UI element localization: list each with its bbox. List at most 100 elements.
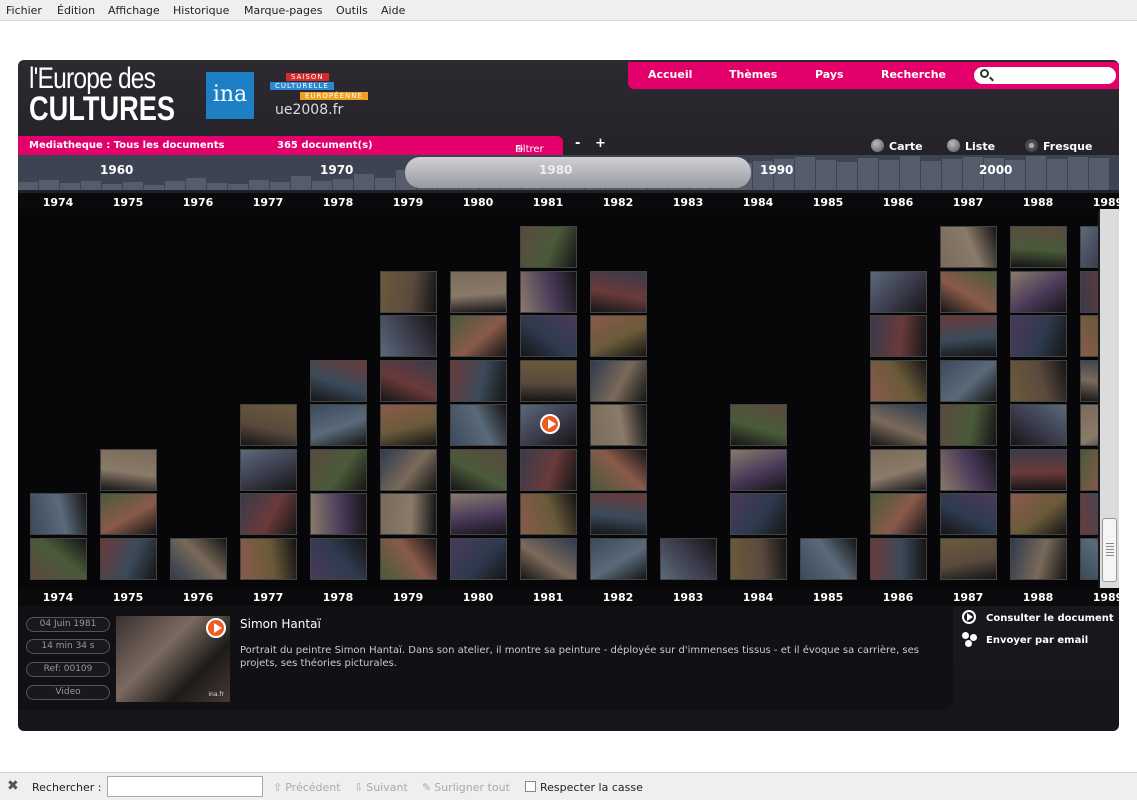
- menu-fichier[interactable]: Fichier: [6, 4, 42, 17]
- video-thumbnail[interactable]: [1010, 448, 1067, 491]
- menu-affichage[interactable]: Affichage: [108, 4, 160, 17]
- video-thumbnail[interactable]: [520, 493, 577, 535]
- close-icon[interactable]: ✖: [7, 778, 19, 794]
- video-thumbnail[interactable]: [30, 493, 87, 535]
- video-thumbnail[interactable]: [1080, 537, 1098, 580]
- video-thumbnail[interactable]: [590, 359, 647, 402]
- video-thumbnail[interactable]: [940, 448, 997, 491]
- video-thumbnail[interactable]: [310, 537, 367, 580]
- video-thumbnail[interactable]: [590, 315, 647, 357]
- video-thumbnail[interactable]: [590, 537, 647, 580]
- video-thumbnail[interactable]: [1010, 315, 1067, 357]
- video-thumbnail[interactable]: [590, 404, 647, 446]
- video-thumbnail[interactable]: [1080, 493, 1098, 535]
- video-thumbnail[interactable]: [730, 537, 787, 580]
- video-thumbnail[interactable]: [380, 493, 437, 535]
- play-icon[interactable]: [540, 414, 560, 434]
- video-thumbnail[interactable]: [450, 270, 507, 313]
- video-thumbnail[interactable]: [1010, 493, 1067, 535]
- video-thumbnail[interactable]: [940, 493, 997, 535]
- video-thumbnail[interactable]: [870, 359, 927, 402]
- email-link[interactable]: Envoyer par email: [962, 632, 1088, 646]
- video-thumbnail[interactable]: [380, 404, 437, 446]
- search-input[interactable]: [974, 67, 1116, 84]
- video-thumbnail[interactable]: [380, 359, 437, 402]
- video-thumbnail[interactable]: [100, 493, 157, 535]
- video-thumbnail[interactable]: [450, 493, 507, 535]
- video-thumbnail[interactable]: [590, 270, 647, 313]
- video-thumbnail[interactable]: [520, 270, 577, 313]
- video-thumbnail[interactable]: [100, 537, 157, 580]
- video-thumbnail[interactable]: [450, 315, 507, 357]
- nav-accueil[interactable]: Accueil: [648, 68, 692, 81]
- video-thumbnail[interactable]: [870, 315, 927, 357]
- menu-marque-pages[interactable]: Marque-pages: [244, 4, 322, 17]
- video-thumbnail[interactable]: [100, 448, 157, 491]
- video-thumbnail[interactable]: [1010, 226, 1067, 268]
- nav-themes[interactable]: Thèmes: [729, 68, 777, 81]
- video-thumbnail[interactable]: [380, 315, 437, 357]
- view-fresque[interactable]: Fresque: [1025, 139, 1092, 153]
- video-thumbnail[interactable]: [940, 226, 997, 268]
- highlight-all-button[interactable]: ✎ Surligner tout: [422, 781, 510, 794]
- video-thumbnail[interactable]: [870, 448, 927, 491]
- find-previous-button[interactable]: ⇧ Précédent: [273, 781, 341, 794]
- video-thumbnail[interactable]: [310, 359, 367, 402]
- video-thumbnail[interactable]: [520, 226, 577, 268]
- video-thumbnail[interactable]: [730, 493, 787, 535]
- zoom-in-button[interactable]: +: [595, 136, 606, 151]
- video-thumbnail[interactable]: [520, 315, 577, 357]
- find-input[interactable]: [107, 776, 263, 797]
- video-thumbnail[interactable]: [1080, 226, 1098, 268]
- logo-subtitle[interactable]: CULTURES: [29, 90, 175, 129]
- video-thumbnail[interactable]: [380, 537, 437, 580]
- video-thumbnail[interactable]: [240, 448, 297, 491]
- video-thumbnail[interactable]: [450, 448, 507, 491]
- ina-logo[interactable]: ina: [206, 72, 254, 119]
- video-thumbnail[interactable]: [450, 404, 507, 446]
- video-thumbnail[interactable]: [660, 537, 717, 580]
- timeline-slider[interactable]: [405, 157, 751, 188]
- nav-pays[interactable]: Pays: [815, 68, 844, 81]
- doc-thumbnail[interactable]: ina.fr: [116, 616, 230, 702]
- nav-recherche[interactable]: Recherche: [881, 68, 946, 81]
- video-thumbnail[interactable]: [380, 270, 437, 313]
- video-thumbnail[interactable]: [240, 404, 297, 446]
- video-thumbnail[interactable]: [170, 537, 227, 580]
- video-thumbnail[interactable]: [1080, 270, 1098, 313]
- video-thumbnail[interactable]: [870, 270, 927, 313]
- video-thumbnail[interactable]: [940, 404, 997, 446]
- grid-scrollbar[interactable]: [1100, 209, 1119, 588]
- play-icon[interactable]: [206, 618, 226, 638]
- video-thumbnail[interactable]: [1010, 270, 1067, 313]
- video-thumbnail[interactable]: [450, 359, 507, 402]
- video-thumbnail[interactable]: [240, 493, 297, 535]
- video-thumbnail[interactable]: [30, 537, 87, 580]
- video-thumbnail[interactable]: [310, 404, 367, 446]
- video-thumbnail[interactable]: [310, 448, 367, 491]
- video-thumbnail[interactable]: [1010, 537, 1067, 580]
- scrollbar-thumb[interactable]: [1102, 518, 1117, 582]
- video-thumbnail[interactable]: [520, 448, 577, 491]
- video-thumbnail[interactable]: [1080, 448, 1098, 491]
- video-thumbnail[interactable]: [1080, 404, 1098, 446]
- video-thumbnail[interactable]: [1080, 359, 1098, 402]
- video-thumbnail[interactable]: [730, 448, 787, 491]
- video-thumbnail[interactable]: [940, 359, 997, 402]
- video-thumbnail[interactable]: [520, 404, 577, 446]
- video-thumbnail[interactable]: [940, 270, 997, 313]
- video-thumbnail[interactable]: [870, 537, 927, 580]
- menu-historique[interactable]: Historique: [173, 4, 229, 17]
- video-thumbnail[interactable]: [940, 315, 997, 357]
- video-thumbnail[interactable]: [800, 537, 857, 580]
- video-thumbnail[interactable]: [1010, 404, 1067, 446]
- view-liste[interactable]: Liste: [947, 139, 995, 153]
- menu-outils[interactable]: Outils: [336, 4, 368, 17]
- ue2008-logo[interactable]: SAISON CULTURELLE EUROPÉENNE ue2008.fr: [270, 72, 370, 122]
- video-thumbnail[interactable]: [940, 537, 997, 580]
- video-thumbnail[interactable]: [1080, 315, 1098, 357]
- menu-edition[interactable]: Édition: [57, 4, 95, 17]
- video-thumbnail[interactable]: [310, 493, 367, 535]
- find-next-button[interactable]: ⇩ Suivant: [354, 781, 408, 794]
- video-thumbnail[interactable]: [870, 404, 927, 446]
